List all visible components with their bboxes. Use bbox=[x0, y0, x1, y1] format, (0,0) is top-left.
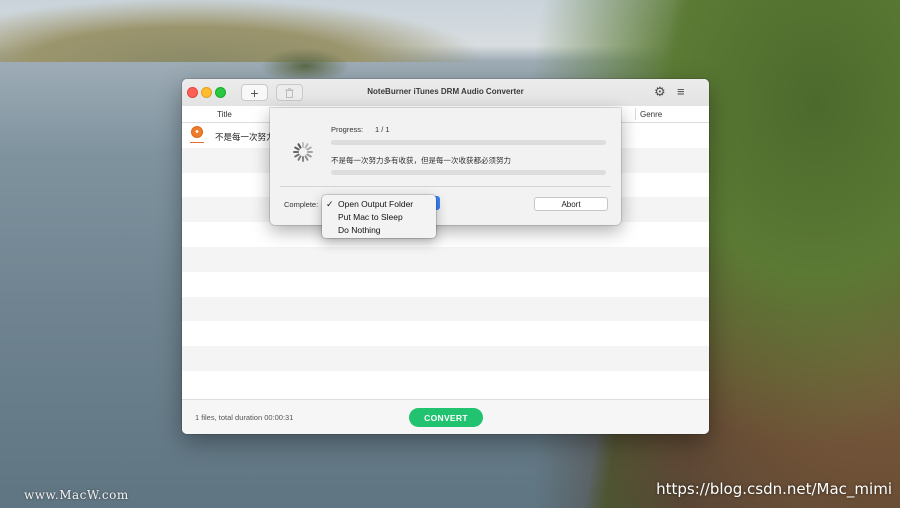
convert-button[interactable]: CONVERT bbox=[409, 408, 483, 427]
progress-count: 1 / 1 bbox=[375, 125, 390, 134]
spinner-tick bbox=[293, 150, 299, 153]
column-divider bbox=[635, 108, 636, 120]
window-title: NoteBurner iTunes DRM Audio Converter bbox=[367, 87, 524, 96]
dropdown-option-put-mac-to-sleep[interactable]: Put Mac to Sleep bbox=[322, 210, 436, 223]
table-row bbox=[182, 346, 709, 371]
dropdown-option-label: Do Nothing bbox=[338, 225, 381, 235]
table-row bbox=[182, 370, 709, 396]
track-icon-underline bbox=[190, 142, 204, 143]
checkmark-icon: ✓ bbox=[326, 199, 334, 209]
dropdown-option-open-output-folder[interactable]: ✓ Open Output Folder bbox=[322, 197, 436, 210]
column-header-title[interactable]: Title bbox=[217, 110, 232, 119]
wallpaper-distant-hills bbox=[0, 0, 480, 62]
wallpaper-rock bbox=[260, 48, 350, 78]
table-row bbox=[182, 271, 709, 297]
current-track-name: 不是每一次努力多有收获，但是每一次收获都必须努力 bbox=[331, 156, 511, 165]
complete-label: Complete: bbox=[284, 200, 319, 209]
spinner-tick bbox=[301, 156, 304, 162]
music-note-icon bbox=[191, 126, 203, 138]
sheet-divider bbox=[280, 186, 611, 187]
watermark-right: https://blog.csdn.net/Mac_mimi bbox=[656, 480, 892, 498]
watermark-left: www.MacW.com bbox=[24, 488, 129, 502]
dropdown-option-label: Put Mac to Sleep bbox=[338, 212, 403, 222]
files-summary: 1 files, total duration 00:00:31 bbox=[195, 413, 294, 422]
table-row bbox=[182, 296, 709, 322]
overall-progress-bar bbox=[331, 140, 606, 145]
table-row bbox=[182, 321, 709, 347]
abort-button[interactable]: Abort bbox=[534, 197, 608, 211]
status-bar: 1 files, total duration 00:00:31 CONVERT bbox=[182, 399, 709, 434]
progress-label: Progress: bbox=[331, 125, 364, 134]
dropdown-option-do-nothing[interactable]: Do Nothing bbox=[322, 223, 436, 236]
hamburger-menu-icon[interactable]: ≡ bbox=[677, 85, 685, 99]
track-progress-bar bbox=[331, 170, 606, 175]
loading-spinner-icon bbox=[292, 141, 314, 163]
table-row bbox=[182, 222, 709, 247]
title-bar: + NoteBurner iTunes DRM Audio Converter … bbox=[182, 79, 709, 107]
table-row bbox=[182, 246, 709, 272]
complete-action-dropdown: ✓ Open Output Folder Put Mac to Sleep Do… bbox=[322, 195, 436, 238]
dropdown-option-label: Open Output Folder bbox=[338, 199, 414, 209]
track-title[interactable]: 不是每一次努力 bbox=[215, 131, 275, 143]
gear-icon[interactable]: ⚙ bbox=[654, 85, 666, 99]
column-header-genre[interactable]: Genre bbox=[640, 110, 662, 119]
